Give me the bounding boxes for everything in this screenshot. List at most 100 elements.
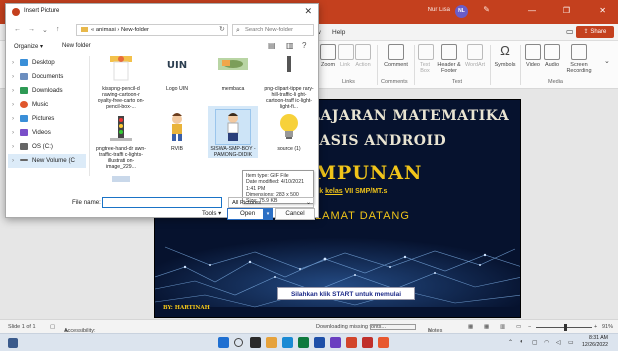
- nav-item-videos[interactable]: › Videos: [12, 126, 51, 140]
- avatar[interactable]: NL: [455, 5, 468, 18]
- cancel-button[interactable]: Cancel: [275, 208, 315, 220]
- powerpoint-taskbar-icon[interactable]: [346, 337, 357, 348]
- slideshow-icon[interactable]: ▭: [516, 324, 521, 330]
- reading-view-icon[interactable]: ▥: [500, 324, 505, 330]
- app-icon[interactable]: [378, 337, 389, 348]
- recent-chevron-icon[interactable]: ⌄: [42, 26, 48, 34]
- status-bar: Slide 1 of 1 ▢ ♿ Accessibility: Investig…: [0, 319, 618, 340]
- drive-icon: [20, 159, 28, 162]
- wordart-button[interactable]: WordArt: [464, 44, 486, 68]
- nav-item-label: OS (C:): [32, 143, 53, 150]
- refresh-icon[interactable]: ↻: [219, 25, 225, 33]
- screen-recording-button[interactable]: Screen Recording: [564, 44, 594, 74]
- clock[interactable]: 8:31 AM 12/26/2022: [582, 335, 608, 349]
- widgets-icon[interactable]: [8, 338, 18, 348]
- help-icon[interactable]: ?: [302, 41, 306, 50]
- new-folder-button[interactable]: New folder: [62, 43, 91, 49]
- ribbon-collapse-icon[interactable]: ⌄: [604, 57, 610, 65]
- action-button[interactable]: Action: [354, 44, 372, 68]
- address-path: « animasi › New-folder: [91, 27, 149, 33]
- search-icon[interactable]: [234, 338, 243, 347]
- forward-arrow-icon[interactable]: →: [28, 26, 35, 33]
- tray-app-icon[interactable]: ◐: [520, 339, 524, 345]
- link-button[interactable]: Link: [338, 44, 354, 68]
- start-icon[interactable]: [218, 337, 229, 348]
- tray-chevron-icon[interactable]: ⌃: [508, 339, 513, 346]
- file-item[interactable]: png-clipart-tippe rary-hill-traffic-li g…: [264, 56, 314, 110]
- comment-pane-icon[interactable]: ▭: [566, 27, 574, 36]
- symbols-label: Symbols: [494, 62, 516, 68]
- minimize-icon[interactable]: —: [528, 6, 536, 15]
- excel-icon[interactable]: [298, 337, 309, 348]
- zoom-out-icon[interactable]: −: [528, 324, 531, 330]
- teams-icon[interactable]: [330, 337, 341, 348]
- nav-item-new-volume[interactable]: › New Volume (C: [8, 154, 86, 168]
- nav-item-label: Documents: [32, 73, 64, 80]
- file-item[interactable]: [96, 174, 146, 182]
- chevron-right-icon: ›: [12, 87, 15, 94]
- zoom-level[interactable]: 91%: [602, 324, 613, 330]
- video-icon: [525, 44, 541, 60]
- tab-help[interactable]: Help: [332, 29, 345, 36]
- nav-item-pictures[interactable]: › Pictures: [12, 112, 54, 126]
- nav-item-music[interactable]: › Music: [12, 98, 48, 112]
- view-mode-icon[interactable]: ▤: [268, 41, 276, 50]
- header-footer-icon: [441, 44, 457, 60]
- wifi-icon[interactable]: ◠: [544, 339, 549, 346]
- zoom-button[interactable]: Zoom: [320, 44, 336, 68]
- start-prompt-box[interactable]: Silahkan klik START untuk memulai: [277, 287, 415, 300]
- spellcheck-icon[interactable]: ▢: [50, 324, 55, 330]
- slide-sorter-icon[interactable]: ▦: [484, 324, 489, 330]
- zoom-in-icon[interactable]: +: [594, 324, 597, 330]
- text-box-button[interactable]: Text Box: [418, 44, 434, 74]
- task-view-icon[interactable]: [250, 337, 261, 348]
- word-icon[interactable]: [314, 337, 325, 348]
- video-button[interactable]: Video: [524, 44, 542, 68]
- audio-button[interactable]: Audio: [544, 44, 560, 68]
- zoom-slider-thumb[interactable]: [564, 324, 567, 331]
- maximize-icon[interactable]: ❐: [563, 6, 570, 15]
- nav-item-documents[interactable]: › Documents: [12, 70, 63, 84]
- insert-dropdown-icon[interactable]: ▾: [263, 209, 272, 219]
- share-button[interactable]: ⇪ Share: [576, 26, 614, 38]
- insert-button[interactable]: Open ▾: [227, 208, 273, 220]
- nav-item-downloads[interactable]: › Downloads: [12, 84, 63, 98]
- file-item[interactable]: membaca: [208, 56, 258, 92]
- tools-menu[interactable]: Tools ▾: [202, 210, 221, 217]
- battery-icon[interactable]: ▭: [568, 339, 574, 346]
- close-window-icon[interactable]: ✕: [599, 6, 606, 15]
- tray-app-icon[interactable]: ▢: [532, 339, 538, 346]
- file-item-selected[interactable]: SISWA-SMP-BOY -PAMONG-DIDIK: [208, 106, 258, 158]
- header-footer-button[interactable]: Header & Footer: [436, 44, 462, 74]
- nav-item-os-c[interactable]: › OS (C:): [12, 140, 53, 154]
- folder-icon: [81, 26, 88, 32]
- up-arrow-icon[interactable]: ↑: [56, 26, 60, 33]
- organize-button[interactable]: Organize ▾: [14, 43, 43, 50]
- normal-view-icon[interactable]: ▦: [468, 324, 473, 330]
- app-icon[interactable]: [362, 337, 373, 348]
- file-item[interactable]: pngtree-hand-dr awn-traffic-traffi c-lig…: [96, 110, 146, 170]
- dialog-close-icon[interactable]: ✕: [304, 6, 312, 17]
- chevron-right-icon: ›: [12, 157, 15, 164]
- file-name-label: File name:: [72, 199, 101, 206]
- back-arrow-icon[interactable]: ←: [14, 26, 21, 33]
- audio-label: Audio: [544, 62, 560, 68]
- preview-pane-icon[interactable]: ▥: [286, 41, 294, 50]
- edge-icon[interactable]: [282, 337, 293, 348]
- nav-item-desktop[interactable]: › Desktop: [12, 56, 55, 70]
- file-explorer-icon[interactable]: [266, 337, 277, 348]
- file-item[interactable]: kisspng-pencil-d rawing-cartoon-r oyalty…: [96, 56, 146, 110]
- file-item[interactable]: source (1): [264, 110, 314, 152]
- insert-button-label: Open: [240, 210, 256, 217]
- file-label: pngtree-hand-dr awn-traffic-traffi c-lig…: [96, 146, 146, 170]
- search-input[interactable]: ⌕ Search New-folder: [232, 24, 314, 36]
- symbols-button[interactable]: Ω Symbols: [494, 44, 516, 69]
- file-item[interactable]: UIN Logo UIN: [152, 56, 202, 92]
- chevron-right-icon: ›: [12, 59, 15, 66]
- comment-button[interactable]: Comment: [382, 44, 410, 68]
- file-item[interactable]: RVIB: [152, 110, 202, 152]
- address-bar[interactable]: « animasi › New-folder: [76, 24, 228, 36]
- pen-icon[interactable]: ✎: [483, 5, 490, 14]
- file-label: png-clipart-tippe rary-hill-traffic-li g…: [264, 86, 314, 110]
- volume-icon[interactable]: ◁: [556, 339, 561, 346]
